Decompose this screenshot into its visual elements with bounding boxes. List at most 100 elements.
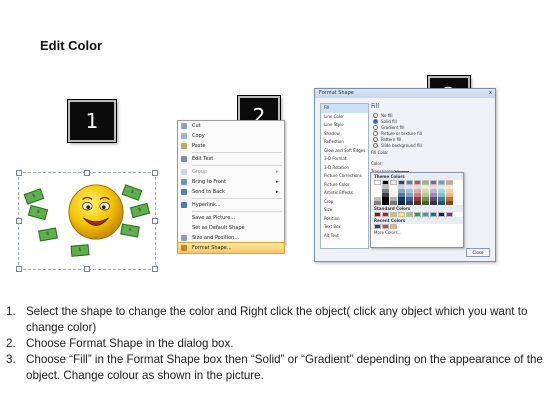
dialog-nav: Fill Line Color Line Style Shadow Reflec… <box>320 103 369 249</box>
instruction-item: 2. Choose Format Shape in the dialog box… <box>6 336 550 352</box>
close-button[interactable]: Close <box>466 248 490 257</box>
instruction-number: 1. <box>6 305 16 318</box>
color-swatch[interactable] <box>446 212 453 217</box>
menu-item-format-shape[interactable]: Format Shape... <box>177 242 285 254</box>
menu-item-label: Size and Position... <box>192 235 240 241</box>
dialog-title: Format Shape <box>315 89 495 98</box>
color-picker-dropdown: Theme Colors Standard Colors Recent Colo… <box>370 172 464 248</box>
nav-item-picture-corrections[interactable]: Picture Corrections <box>321 172 368 181</box>
color-swatch[interactable] <box>374 201 381 205</box>
color-swatch[interactable] <box>390 224 397 229</box>
nav-item-line-color[interactable]: Line Color <box>321 113 368 122</box>
menu-separator <box>192 211 282 212</box>
nav-item-position[interactable]: Position <box>321 215 368 224</box>
color-swatch[interactable] <box>438 212 445 217</box>
nav-item-text-box[interactable]: Text Box <box>321 223 368 232</box>
menu-item-edit-text[interactable]: Edit Text <box>178 154 284 164</box>
menu-item-hyperlink[interactable]: Hyperlink... <box>178 200 284 210</box>
nav-item-picture-color[interactable]: Picture Color <box>321 181 368 190</box>
submenu-arrow-icon: ▸ <box>276 169 279 175</box>
step-badge-1: 1 <box>68 100 116 142</box>
color-swatch[interactable] <box>382 212 389 217</box>
instruction-number: 3. <box>6 353 16 366</box>
resize-handle[interactable] <box>16 170 22 176</box>
nav-item-line-style[interactable]: Line Style <box>321 121 368 130</box>
radio-icon <box>373 112 378 118</box>
menu-item-bring-to-front[interactable]: Bring to Front ▸ <box>178 177 284 187</box>
instruction-number: 2. <box>6 337 16 350</box>
resize-handle[interactable] <box>84 266 90 272</box>
nav-item-3d-format[interactable]: 3-D Format <box>321 155 368 164</box>
color-swatch[interactable] <box>398 201 405 205</box>
color-swatch[interactable] <box>430 212 437 217</box>
nav-item-3d-rotation[interactable]: 3-D Rotation <box>321 164 368 173</box>
resize-handle[interactable] <box>152 170 158 176</box>
nav-item-fill[interactable]: Fill <box>321 104 368 113</box>
radio-label: Solid fill <box>381 118 397 124</box>
menu-item-send-to-back[interactable]: Send to Back ▸ <box>178 187 284 197</box>
menu-item-label: Copy <box>192 133 205 139</box>
blank-icon <box>181 225 187 231</box>
close-icon[interactable]: x <box>489 90 492 96</box>
nav-item-size[interactable]: Size <box>321 206 368 215</box>
radio-slide-background-fill[interactable]: Slide background fill <box>371 142 489 148</box>
resize-handle[interactable] <box>84 170 90 176</box>
menu-item-copy[interactable]: Copy <box>178 131 284 141</box>
menu-item-label: Send to Back <box>192 189 225 195</box>
money-bill-icon: $ <box>38 227 58 242</box>
nav-item-artistic-effects[interactable]: Artistic Effects <box>321 189 368 198</box>
group-icon <box>181 169 187 175</box>
color-swatch[interactable] <box>382 201 389 205</box>
resize-handle[interactable] <box>152 218 158 224</box>
color-swatch[interactable] <box>398 212 405 217</box>
smiley-face-icon <box>68 184 124 240</box>
selected-shape[interactable]: $ $ $ $ $ $ $ <box>16 170 158 272</box>
fill-heading: Fill <box>371 103 380 110</box>
paste-icon <box>181 143 187 149</box>
resize-handle[interactable] <box>16 266 22 272</box>
theme-colors-heading: Theme Colors <box>371 173 463 180</box>
menu-item-group[interactable]: Group ▸ <box>178 167 284 177</box>
radio-icon <box>373 130 378 136</box>
menu-item-size-and-position[interactable]: Size and Position... <box>178 233 284 243</box>
resize-handle[interactable] <box>16 218 22 224</box>
color-swatch[interactable] <box>406 201 413 205</box>
nav-item-alt-text[interactable]: Alt Text <box>321 232 368 241</box>
fill-color-label: Fill Color <box>371 150 389 155</box>
color-swatch[interactable] <box>390 201 397 205</box>
radio-label: Slide background fill <box>381 142 422 148</box>
theme-tint-grid <box>371 185 463 205</box>
resize-handle[interactable] <box>152 266 158 272</box>
blank-icon <box>181 215 187 221</box>
color-swatch[interactable] <box>390 212 397 217</box>
menu-item-paste[interactable]: Paste <box>178 141 284 151</box>
instruction-text: Choose Format Shape in the dialog box. <box>26 337 234 350</box>
menu-item-cut[interactable]: Cut <box>178 121 284 131</box>
more-colors-item[interactable]: More Colors... <box>371 229 463 236</box>
menu-item-label: Bring to Front <box>192 179 227 185</box>
color-swatch[interactable] <box>430 201 437 205</box>
color-swatch[interactable] <box>446 201 453 205</box>
nav-item-crop[interactable]: Crop <box>321 198 368 207</box>
radio-label: Picture or texture fill <box>381 130 422 136</box>
nav-item-reflection[interactable]: Reflection <box>321 138 368 147</box>
edit-text-icon <box>181 156 187 162</box>
color-swatch[interactable] <box>422 212 429 217</box>
menu-item-save-as-picture[interactable]: Save as Picture... <box>178 213 284 223</box>
color-swatch[interactable] <box>382 224 389 229</box>
color-swatch[interactable] <box>374 212 381 217</box>
nav-item-shadow[interactable]: Shadow <box>321 130 368 139</box>
color-swatch[interactable] <box>438 201 445 205</box>
menu-item-label: Save as Picture... <box>192 215 236 221</box>
instruction-text: Select the shape to change the color and… <box>26 305 528 334</box>
tint-row <box>374 201 460 205</box>
color-swatch[interactable] <box>414 201 421 205</box>
menu-item-set-default-shape[interactable]: Set as Default Shape <box>178 223 284 233</box>
menu-item-label: Hyperlink... <box>192 202 221 208</box>
nav-item-glow[interactable]: Glow and Soft Edges <box>321 147 368 156</box>
color-swatch[interactable] <box>422 201 429 205</box>
color-swatch[interactable] <box>374 224 381 229</box>
color-swatch[interactable] <box>414 212 421 217</box>
submenu-arrow-icon: ▸ <box>276 189 279 195</box>
color-swatch[interactable] <box>406 212 413 217</box>
